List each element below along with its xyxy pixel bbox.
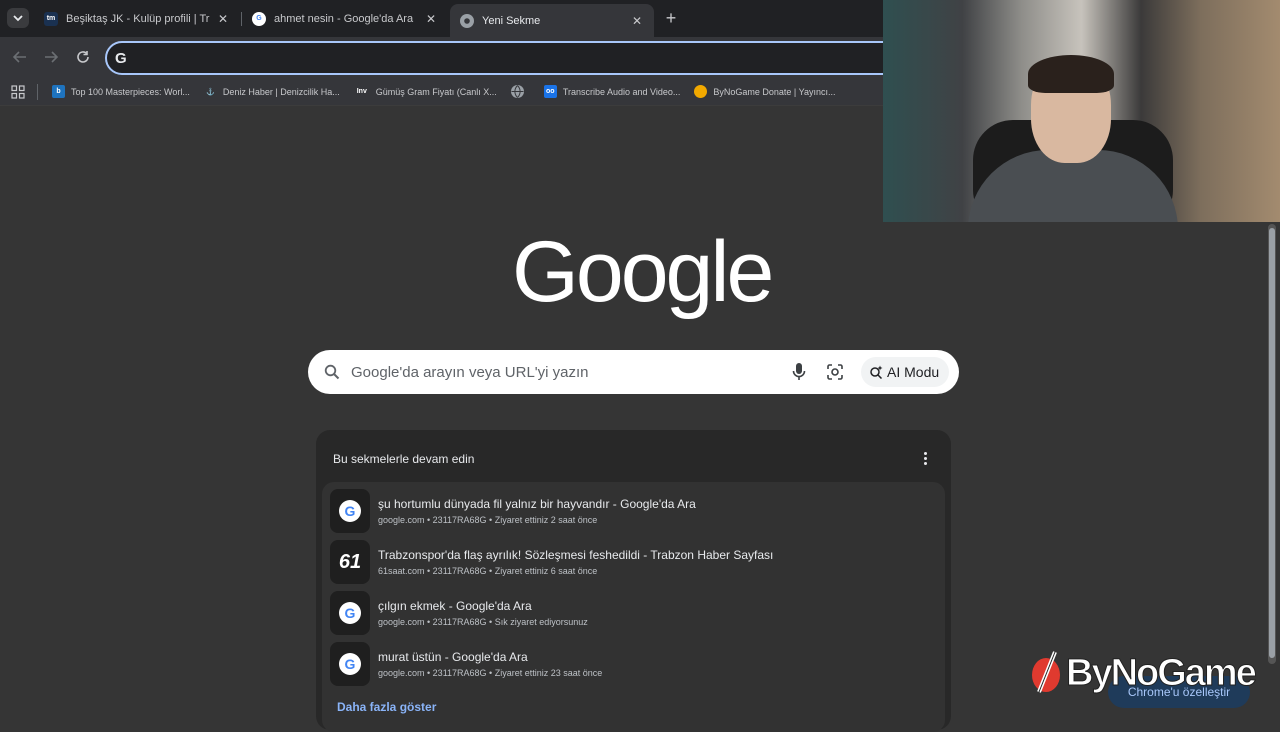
item-meta: google.com • 23117RA68G • Sık ziyaret ed… xyxy=(378,617,588,627)
google-logo: Google xyxy=(512,224,774,320)
tab-transfermarkt[interactable]: tm Beşiktaş JK - Kulüp profili | Transfe… xyxy=(34,4,240,33)
close-icon[interactable]: ✕ xyxy=(630,14,644,28)
bookmark-label: Transcribe Audio and Video... xyxy=(562,86,681,97)
close-icon[interactable]: ✕ xyxy=(216,12,230,26)
bynogame-logo-icon xyxy=(1032,651,1060,693)
google-icon: G xyxy=(330,591,370,635)
list-item[interactable]: G murat üstün - Google'da Ara google.com… xyxy=(330,641,930,687)
bookmark-label: Deniz Haber | Denizcilik Ha... xyxy=(222,86,340,97)
list-item[interactable]: G çılgın ekmek - Google'da Ara google.co… xyxy=(330,590,930,636)
google-icon: G xyxy=(330,489,370,533)
item-title: Trabzonspor'da flaş ayrılık! Sözleşmesi … xyxy=(378,548,774,562)
close-icon[interactable]: ✕ xyxy=(424,12,438,26)
61saat-icon: 61 xyxy=(330,540,370,584)
search-icon xyxy=(324,364,340,380)
list-item[interactable]: G şu hortumlu dünyada fil yalnız bir hay… xyxy=(330,488,930,534)
microphone-icon[interactable] xyxy=(792,362,806,382)
transcribe-icon: oo xyxy=(543,85,557,98)
bookmark-label: ByNoGame Donate | Yayıncı... xyxy=(713,86,836,97)
google-lens-icon[interactable] xyxy=(826,363,844,381)
item-meta: 61saat.com • 23117RA68G • Ziyaret ettini… xyxy=(378,566,598,576)
item-meta: google.com • 23117RA68G • Ziyaret ettini… xyxy=(378,668,603,678)
anchor-icon: ⚓ xyxy=(206,88,215,96)
bookmark-top-100[interactable]: b Top 100 Masterpieces: Worl... xyxy=(52,85,190,98)
bookmark-label: Gümüş Gram Fiyatı (Canlı X... xyxy=(375,86,497,97)
bookmark-globe[interactable] xyxy=(510,85,530,98)
bynogame-icon xyxy=(694,85,708,98)
back-arrow-icon[interactable] xyxy=(9,46,31,68)
globe-icon xyxy=(510,85,524,98)
search-box[interactable]: AI Modu xyxy=(308,350,959,394)
investing-icon: Inv xyxy=(356,88,367,95)
panel-heading: Bu sekmelerle devam edin xyxy=(333,452,475,466)
bing-icon: b xyxy=(52,85,65,98)
streamer-hair xyxy=(1028,55,1114,93)
reload-icon[interactable] xyxy=(72,46,94,68)
tab-list: G şu hortumlu dünyada fil yalnız bir hay… xyxy=(322,482,945,732)
bynogame-watermark: ByNoGame xyxy=(1028,648,1268,698)
show-more-link[interactable]: Daha fazla göster xyxy=(337,700,436,714)
bookmarks-divider xyxy=(37,83,38,100)
more-vert-icon[interactable] xyxy=(917,450,933,466)
scrollbar-thumb[interactable] xyxy=(1269,228,1275,658)
bookmark-transcribe[interactable]: oo Transcribe Audio and Video... xyxy=(543,85,681,98)
transfermarkt-icon: tm xyxy=(44,11,58,26)
google-icon: G xyxy=(252,11,266,26)
address-bar[interactable]: G xyxy=(105,41,905,75)
ai-sparkle-search-icon xyxy=(870,365,883,379)
bookmark-label: Top 100 Masterpieces: Worl... xyxy=(71,86,190,97)
tab-resumption-panel: Bu sekmelerle devam edin G şu hortumlu d… xyxy=(316,430,951,732)
tab-title: Beşiktaş JK - Kulüp profili | Transferma… xyxy=(66,12,210,25)
item-title: çılgın ekmek - Google'da Ara xyxy=(378,599,532,613)
tab-title: ahmet nesin - Google'da Ara xyxy=(274,12,414,25)
tab-title: Yeni Sekme xyxy=(482,14,541,27)
google-icon: G xyxy=(330,642,370,686)
item-meta: google.com • 23117RA68G • Ziyaret ettini… xyxy=(378,515,598,525)
search-input[interactable] xyxy=(351,360,771,384)
forward-arrow-icon[interactable] xyxy=(40,46,62,68)
ai-mode-label: AI Modu xyxy=(887,364,940,380)
new-tab-plus-icon[interactable]: + xyxy=(660,8,682,28)
tab-new-tab[interactable]: Yeni Sekme ✕ xyxy=(450,4,654,37)
item-title: murat üstün - Google'da Ara xyxy=(378,650,528,664)
watermark-text: ByNoGame xyxy=(1066,651,1258,694)
bookmark-gumus-gram[interactable]: Inv Gümüş Gram Fiyatı (Canlı X... xyxy=(354,85,497,98)
tab-search-button[interactable] xyxy=(7,8,29,28)
tab-google-search[interactable]: G ahmet nesin - Google'da Ara ✕ xyxy=(242,4,448,33)
apps-grid-icon[interactable] xyxy=(11,84,25,99)
google-search-engine-icon: G xyxy=(115,49,127,67)
chrome-icon xyxy=(460,13,474,28)
ai-mode-button[interactable]: AI Modu xyxy=(861,357,949,387)
webcam-overlay xyxy=(883,0,1280,222)
list-item[interactable]: 61 Trabzonspor'da flaş ayrılık! Sözleşme… xyxy=(330,539,930,585)
chevron-down-icon xyxy=(13,15,23,22)
bookmark-bynogame[interactable]: ByNoGame Donate | Yayıncı... xyxy=(694,85,835,98)
bookmark-deniz-haber[interactable]: ⚓ Deniz Haber | Denizcilik Ha... xyxy=(204,85,340,98)
item-title: şu hortumlu dünyada fil yalnız bir hayva… xyxy=(378,497,696,511)
page-scrollbar[interactable] xyxy=(1268,224,1276,664)
